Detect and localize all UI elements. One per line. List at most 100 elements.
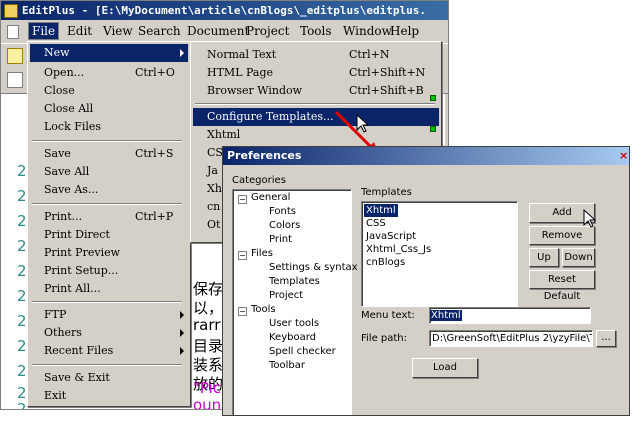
tree-node-fonts[interactable]: Fonts — [269, 206, 296, 217]
menu-item-new[interactable]: New — [30, 44, 188, 62]
menu-item-exit[interactable]: Exit — [30, 387, 188, 405]
menu-item-close-all[interactable]: Close All — [30, 100, 188, 118]
menu-edit[interactable]: Edit — [67, 24, 92, 38]
line-number: 2 — [17, 337, 27, 355]
load-button[interactable]: Load — [412, 358, 478, 378]
menu-item-others[interactable]: Others — [30, 324, 188, 342]
line-number: 2 — [17, 400, 27, 410]
line-number: 2 — [17, 362, 27, 380]
submenu-arrow-icon — [180, 311, 184, 319]
collapse-icon[interactable]: − — [238, 307, 247, 316]
list-item[interactable]: cnBlogs — [364, 256, 407, 269]
menu-file[interactable]: File — [28, 22, 60, 40]
app-icon — [4, 4, 18, 18]
menu-item-recent-files[interactable]: Recent Files — [30, 342, 188, 360]
line-number: 2 — [17, 237, 27, 255]
menu-item-template-xhtml[interactable]: Xhtml — [193, 126, 439, 144]
menu-item-normal-text[interactable]: Normal Text Ctrl+N — [193, 46, 439, 64]
file-path-input[interactable]: D:\GreenSoft\EditPlus 2\yzyFile\Temp — [429, 330, 593, 347]
line-number: 2 — [17, 212, 27, 230]
menu-project[interactable]: Project — [246, 24, 289, 38]
text-fragment: 保存 — [193, 280, 224, 298]
menu-separator — [32, 203, 182, 205]
menu-item-print-direct[interactable]: Print Direct — [30, 226, 188, 244]
menu-document[interactable]: Document — [187, 24, 249, 38]
tree-node-templates[interactable]: Templates — [269, 276, 320, 287]
menu-item-lock-files[interactable]: Lock Files — [30, 118, 188, 136]
close-icon[interactable]: × — [619, 147, 628, 165]
tree-node-toolbar[interactable]: Toolbar — [269, 360, 305, 371]
file-menu: New Open... Ctrl+O Close Close All Lock … — [27, 41, 191, 407]
menu-view[interactable]: View — [103, 24, 133, 38]
cursor-icon — [583, 209, 597, 228]
collapse-icon[interactable]: − — [238, 251, 247, 260]
line-number: 2 — [17, 162, 27, 180]
dialog-title: Preferences — [227, 149, 302, 162]
menu-item-print[interactable]: Print... Ctrl+P — [30, 208, 188, 226]
menu-separator — [32, 301, 182, 303]
categories-tree[interactable]: − General Fonts Colors Print − Files Set… — [232, 189, 358, 415]
list-item[interactable]: Xhtml — [364, 204, 398, 217]
menu-item-print-setup[interactable]: Print Setup... — [30, 262, 188, 280]
menu-item-html-page[interactable]: HTML Page Ctrl+Shift+N — [193, 64, 439, 82]
submenu-arrow-icon — [180, 347, 184, 355]
menu-item-print-all[interactable]: Print All... — [30, 280, 188, 298]
new-file-icon[interactable] — [7, 48, 23, 64]
menu-item-ftp[interactable]: FTP — [30, 306, 188, 324]
dialog-title-bar[interactable]: Preferences × — [223, 147, 629, 165]
menu-search[interactable]: Search — [138, 24, 181, 38]
line-number: 2 — [17, 187, 27, 205]
marker-icon — [430, 126, 436, 132]
tree-node-settings-syntax[interactable]: Settings & syntax — [269, 262, 358, 273]
menu-tools[interactable]: Tools — [300, 24, 332, 38]
line-number: 2 — [17, 287, 27, 305]
line-number: 2 — [17, 262, 27, 280]
editor-title: EditPlus - [E:\MyDocument\article\cnBlog… — [22, 4, 426, 17]
submenu-arrow-icon — [180, 49, 184, 57]
menu-item-save-all[interactable]: Save All — [30, 163, 188, 181]
collapse-icon[interactable]: − — [238, 195, 247, 204]
list-item[interactable]: Xhtml_Css_Js — [364, 243, 433, 256]
line-number: 2 — [17, 312, 27, 330]
down-button[interactable]: Down — [562, 248, 595, 267]
menu-item-configure-templates[interactable]: Configure Templates... — [193, 108, 439, 126]
tree-node-project[interactable]: Project — [269, 290, 303, 301]
list-item[interactable]: CSS — [364, 217, 388, 230]
menu-item-save-as[interactable]: Save As... — [30, 181, 188, 199]
text-fragment: 以， — [193, 299, 224, 317]
list-item[interactable]: JavaScript — [364, 230, 418, 243]
menu-item-open[interactable]: Open... Ctrl+O — [30, 64, 188, 82]
search-icon[interactable] — [7, 72, 23, 88]
tree-node-tools[interactable]: Tools — [251, 304, 276, 315]
menu-text-value: Xhtml — [430, 310, 462, 321]
menu-help[interactable]: Help — [390, 24, 419, 38]
text-fragment: 装系 — [193, 356, 224, 374]
menu-item-save-exit[interactable]: Save & Exit — [30, 369, 188, 387]
tree-node-print[interactable]: Print — [269, 234, 292, 245]
tree-node-files[interactable]: Files — [251, 248, 273, 259]
menu-text-input[interactable]: Xhtml — [429, 307, 591, 324]
tree-node-keyboard[interactable]: Keyboard — [269, 332, 316, 343]
menu-item-print-preview[interactable]: Print Preview — [30, 244, 188, 262]
file-path-label: File path: — [361, 333, 408, 344]
menu-text-label: Menu text: — [361, 310, 415, 321]
menu-item-browser-window[interactable]: Browser Window Ctrl+Shift+B — [193, 82, 439, 100]
categories-label: Categories — [232, 175, 286, 186]
menu-separator — [32, 140, 182, 142]
marker-icon — [430, 95, 436, 101]
text-fragment: rarr — [193, 316, 221, 334]
menu-bar: File Edit View Search Document Project T… — [1, 21, 448, 41]
tree-node-user-tools[interactable]: User tools — [269, 318, 319, 329]
templates-list[interactable]: Xhtml CSS JavaScript Xhtml_Css_Js cnBlog… — [361, 201, 518, 307]
reset-default-button[interactable]: Reset Default — [529, 270, 595, 302]
menu-item-save[interactable]: Save Ctrl+S — [30, 145, 188, 163]
tree-node-general[interactable]: General — [251, 192, 290, 203]
tree-node-colors[interactable]: Colors — [269, 220, 300, 231]
menu-item-close[interactable]: Close — [30, 82, 188, 100]
browse-button[interactable]: ... — [596, 330, 616, 347]
editor-title-bar[interactable]: EditPlus - [E:\MyDocument\article\cnBlog… — [1, 1, 448, 20]
up-button[interactable]: Up — [529, 248, 559, 267]
menu-window[interactable]: Window — [343, 24, 392, 38]
tree-node-spell-checker[interactable]: Spell checker — [269, 346, 336, 357]
document-icon — [7, 25, 19, 39]
